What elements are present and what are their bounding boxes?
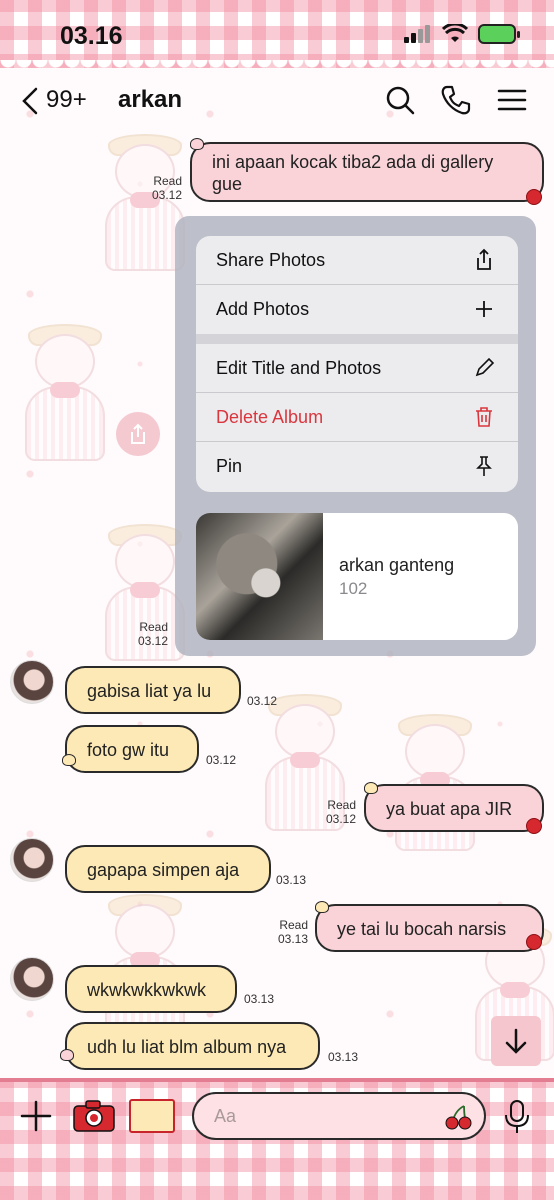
message-text: wkwkwkkwkwk [87, 980, 206, 1000]
chevron-left-icon[interactable] [18, 86, 42, 116]
menu-item-edit-title[interactable]: Edit Title and Photos [196, 344, 518, 393]
wifi-icon [442, 24, 468, 42]
unread-count[interactable]: 99+ [46, 86, 87, 114]
message-text: ini apaan kocak tiba2 ada di gallery [212, 152, 494, 172]
message-bubble-outgoing[interactable]: ini apaan kocak tiba2 ada di gallery gue [190, 142, 544, 202]
menu-item-label: Edit Title and Photos [216, 358, 382, 378]
share-icon [477, 248, 491, 270]
plus-icon [476, 301, 492, 317]
heart-decoration [190, 138, 204, 150]
message-time: 03.12 [247, 694, 278, 708]
message-text: udh lu liat blm album nya [87, 1037, 287, 1057]
pencil-icon [475, 357, 495, 377]
menu-item-add-photos[interactable]: Add Photos [196, 285, 518, 334]
battery-icon [478, 24, 520, 44]
plus-icon[interactable] [20, 1100, 52, 1132]
chat-header: 99+ arkan [0, 76, 554, 126]
message-time: 03.13 [328, 1050, 359, 1064]
heart-decoration [364, 782, 378, 794]
message-bubble-incoming[interactable]: gabisa liat ya lu [65, 666, 241, 714]
message-time: 03.13 [244, 992, 275, 1006]
read-receipt: Read 03.12 [151, 174, 182, 202]
heart-decoration [62, 754, 76, 766]
sticker-icon[interactable] [129, 1099, 175, 1133]
phone-icon[interactable] [440, 84, 472, 116]
message-bubble-incoming[interactable]: foto gw itu [65, 725, 199, 773]
status-bar: 03.16 [0, 0, 554, 68]
menu-item-label: Add Photos [216, 299, 310, 319]
menu-item-label: Pin [216, 456, 243, 476]
menu-item-label: Delete Album [216, 407, 324, 427]
message-bubble-outgoing[interactable]: ye tai lu bocah narsis [315, 904, 544, 952]
message-bubble-incoming[interactable]: gapapa simpen aja [65, 845, 271, 893]
message-text: gabisa liat ya lu [87, 681, 212, 701]
pin-icon [476, 456, 492, 476]
read-receipt: Read 03.12 [137, 620, 168, 648]
message-bubble-outgoing[interactable]: ya buat apa JIR [364, 784, 544, 832]
message-text: gapapa simpen aja [87, 860, 240, 880]
avatar[interactable] [10, 660, 54, 704]
menu-item-delete-album[interactable]: Delete Album [196, 393, 518, 442]
message-text: foto gw itu [87, 740, 170, 760]
heart-decoration [315, 901, 329, 913]
composer-divider [0, 1078, 554, 1082]
menu-item-label: Share Photos [216, 250, 326, 270]
message-time: 03.12 [206, 753, 237, 767]
camera-icon[interactable] [72, 1099, 116, 1133]
heart-decoration [60, 1049, 74, 1061]
status-icons [404, 24, 520, 44]
cherry-decoration [526, 818, 542, 834]
message-text: gue [212, 174, 243, 194]
cherry-icon[interactable] [444, 1104, 474, 1130]
menu-item-share-photos[interactable]: Share Photos [196, 236, 518, 285]
album-thumbnail [196, 513, 323, 640]
album-name: arkan ganteng [339, 555, 455, 575]
menu-item-pin[interactable]: Pin [196, 442, 518, 491]
scroll-to-bottom-button[interactable] [491, 1016, 541, 1066]
message-text: ya buat apa JIR [386, 799, 513, 819]
signal-icon [404, 25, 430, 43]
cherry-decoration [526, 189, 542, 205]
cherry-decoration [526, 934, 542, 950]
message-time: 03.13 [276, 873, 307, 887]
status-time: 03.16 [60, 22, 123, 50]
menu-icon[interactable] [496, 84, 528, 116]
bunny-illustration [10, 324, 120, 474]
menu-separator [196, 334, 518, 344]
message-bubble-incoming[interactable]: wkwkwkkwkwk [65, 965, 237, 1013]
arrow-down-icon [505, 1028, 527, 1054]
read-receipt: Read 03.13 [277, 918, 308, 946]
avatar[interactable] [10, 838, 54, 882]
album-preview-card[interactable]: arkan ganteng 102 [196, 513, 518, 640]
album-photo-count: 102 [339, 579, 368, 598]
context-menu: Share Photos Add Photos Edit Title and P… [196, 236, 518, 492]
search-icon[interactable] [384, 84, 416, 116]
avatar[interactable] [10, 957, 54, 1001]
message-text: ye tai lu bocah narsis [337, 919, 507, 939]
read-receipt: Read 03.12 [325, 798, 356, 826]
trash-icon [476, 407, 492, 427]
microphone-icon[interactable] [503, 1099, 531, 1135]
share-icon [131, 423, 145, 444]
share-button[interactable] [116, 412, 160, 456]
message-bubble-incoming[interactable]: udh lu liat blm album nya [65, 1022, 320, 1070]
message-input[interactable] [192, 1092, 486, 1140]
chat-title[interactable]: arkan [118, 86, 182, 114]
